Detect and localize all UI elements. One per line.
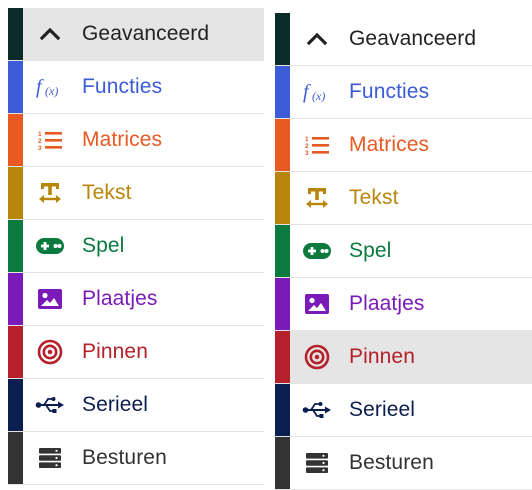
category-item-tekst[interactable]: Tekst bbox=[8, 167, 264, 220]
category-item-pinnen[interactable]: Pinnen bbox=[8, 326, 264, 379]
category-color-stripe bbox=[275, 119, 290, 171]
gamepad-icon bbox=[302, 236, 332, 266]
category-item-functies[interactable]: f (x) Functies bbox=[275, 66, 532, 119]
category-item-plaatjes[interactable]: Plaatjes bbox=[275, 278, 532, 331]
list-numbered-icon: 123 bbox=[302, 130, 332, 160]
category-item-label: Geavanceerd bbox=[349, 27, 477, 50]
category-color-stripe bbox=[8, 220, 23, 272]
category-color-stripe bbox=[275, 66, 290, 118]
category-item-label: Plaatjes bbox=[82, 287, 158, 310]
server-icon bbox=[35, 443, 65, 473]
category-color-stripe bbox=[8, 326, 23, 378]
category-color-stripe bbox=[8, 432, 23, 484]
category-item-besturen[interactable]: Besturen bbox=[275, 437, 532, 490]
category-item-label: Spel bbox=[82, 234, 125, 257]
category-color-stripe bbox=[8, 61, 23, 113]
category-item-label: Spel bbox=[349, 239, 392, 262]
category-item-label: Pinnen bbox=[82, 340, 148, 363]
category-item-besturen[interactable]: Besturen bbox=[8, 432, 264, 485]
category-item-tekst[interactable]: Tekst bbox=[275, 172, 532, 225]
category-item-label: Tekst bbox=[349, 186, 399, 209]
category-color-stripe bbox=[8, 379, 23, 431]
svg-text:1: 1 bbox=[305, 136, 309, 143]
category-color-stripe bbox=[8, 273, 23, 325]
category-item-spel[interactable]: Spel bbox=[8, 220, 264, 273]
category-item-label: Serieel bbox=[349, 398, 416, 421]
target-icon bbox=[35, 337, 65, 367]
category-item-label: Tekst bbox=[82, 181, 132, 204]
category-item-pinnen[interactable]: Pinnen bbox=[275, 331, 532, 384]
image-icon bbox=[302, 289, 332, 319]
gamepad-icon bbox=[35, 231, 65, 261]
chevron-up-icon bbox=[302, 24, 332, 54]
category-item-label: Geavanceerd bbox=[82, 22, 210, 45]
function-icon: f (x) bbox=[35, 72, 65, 102]
category-item-label: Functies bbox=[349, 80, 430, 103]
usb-icon bbox=[35, 390, 65, 420]
svg-text:2: 2 bbox=[38, 138, 42, 145]
usb-icon bbox=[302, 395, 332, 425]
category-item-label: Besturen bbox=[82, 446, 167, 469]
category-color-stripe bbox=[275, 13, 290, 65]
category-item-geavanceerd[interactable]: Geavanceerd bbox=[275, 13, 532, 66]
svg-text:(x): (x) bbox=[312, 89, 325, 103]
category-color-stripe bbox=[8, 114, 23, 166]
category-color-stripe bbox=[275, 172, 290, 224]
category-item-label: Pinnen bbox=[349, 345, 415, 368]
category-panel-left: Geavanceerd f (x) Functies 1 2 3 Matrices Tekst S… bbox=[8, 8, 264, 485]
category-color-stripe bbox=[275, 278, 290, 330]
category-color-stripe bbox=[275, 384, 290, 436]
category-color-stripe bbox=[8, 8, 23, 60]
category-item-matrices[interactable]: 1 2 3 Matrices bbox=[8, 114, 264, 167]
category-item-serieel[interactable]: Serieel bbox=[275, 384, 532, 437]
svg-text:f: f bbox=[36, 76, 44, 98]
category-item-label: Matrices bbox=[349, 133, 430, 156]
text-width-icon bbox=[35, 178, 65, 208]
category-color-stripe bbox=[275, 437, 290, 489]
image-icon bbox=[35, 284, 65, 314]
category-item-serieel[interactable]: Serieel bbox=[8, 379, 264, 432]
category-panel-right: Geavanceerd f (x) Functies 1 2 3 Matrices Tekst S… bbox=[275, 13, 532, 490]
category-item-geavanceerd[interactable]: Geavanceerd bbox=[8, 8, 264, 61]
svg-text:2: 2 bbox=[305, 143, 309, 150]
function-icon: f (x) bbox=[302, 77, 332, 107]
svg-text:1: 1 bbox=[38, 131, 42, 138]
category-item-matrices[interactable]: 1 2 3 Matrices bbox=[275, 119, 532, 172]
category-item-label: Besturen bbox=[349, 451, 434, 474]
category-color-stripe bbox=[275, 225, 290, 277]
server-icon bbox=[302, 448, 332, 478]
svg-text:3: 3 bbox=[38, 145, 42, 151]
category-item-label: Functies bbox=[82, 75, 163, 98]
svg-text:3: 3 bbox=[305, 150, 309, 156]
category-item-functies[interactable]: f (x) Functies bbox=[8, 61, 264, 114]
list-numbered-icon: 123 bbox=[35, 125, 65, 155]
category-item-label: Plaatjes bbox=[349, 292, 425, 315]
text-width-icon bbox=[302, 183, 332, 213]
svg-text:f: f bbox=[303, 81, 311, 103]
svg-text:(x): (x) bbox=[45, 84, 58, 98]
category-item-label: Matrices bbox=[82, 128, 163, 151]
category-item-spel[interactable]: Spel bbox=[275, 225, 532, 278]
category-color-stripe bbox=[275, 331, 290, 383]
category-item-label: Serieel bbox=[82, 393, 149, 416]
category-color-stripe bbox=[8, 167, 23, 219]
target-icon bbox=[302, 342, 332, 372]
category-item-plaatjes[interactable]: Plaatjes bbox=[8, 273, 264, 326]
chevron-up-icon bbox=[35, 19, 65, 49]
